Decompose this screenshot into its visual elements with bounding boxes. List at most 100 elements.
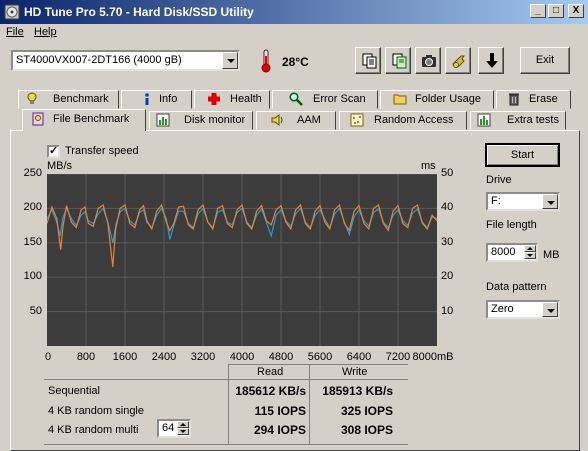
file-length-value: 8000 bbox=[491, 246, 516, 258]
close-button[interactable]: X bbox=[568, 4, 584, 18]
title-bar: HD Tune Pro 5.70 - Hard Disk/SSD Utility… bbox=[0, 0, 588, 24]
tab-extra-tests[interactable]: Extra tests bbox=[470, 111, 566, 130]
row-4k-single-read: 115 IOPS bbox=[254, 404, 306, 418]
tab-random-access-label: Random Access bbox=[374, 114, 454, 126]
tab-aam[interactable]: AAM bbox=[256, 111, 336, 130]
tab-error-scan-label: Error Scan bbox=[313, 93, 366, 105]
spin-up-icon[interactable] bbox=[524, 245, 536, 252]
minimize-button[interactable]: _ bbox=[530, 4, 546, 18]
data-pattern-label: Data pattern bbox=[486, 281, 547, 293]
y-left-tick-label: 250 bbox=[23, 167, 42, 179]
maximize-button[interactable]: □ bbox=[548, 4, 564, 18]
thermometer-icon bbox=[261, 49, 271, 73]
start-button[interactable]: Start bbox=[485, 143, 560, 167]
tab-info[interactable]: Info bbox=[121, 90, 192, 109]
results-header-top-line bbox=[228, 364, 408, 365]
transfer-chart bbox=[46, 173, 438, 346]
row-4k-single-label: 4 KB random single bbox=[48, 405, 144, 417]
drive-selector-value: ST4000VX007-2DT166 (4000 gB) bbox=[16, 54, 182, 66]
menu-file[interactable]: File bbox=[6, 26, 24, 38]
tab-health[interactable]: Health bbox=[194, 90, 270, 109]
tab-disk-monitor[interactable]: Disk monitor bbox=[149, 111, 253, 130]
tab-error-scan[interactable]: Error Scan bbox=[272, 90, 378, 109]
y-left-tick-label: 50 bbox=[29, 304, 42, 317]
results-bottom-line bbox=[44, 444, 408, 445]
spin-down-icon[interactable] bbox=[177, 428, 189, 435]
tab-folder-usage-label: Folder Usage bbox=[415, 93, 482, 105]
drive-dropdown-arrow[interactable] bbox=[222, 52, 238, 69]
x-tick-label: 1600 bbox=[112, 351, 138, 363]
window-title: HD Tune Pro 5.70 - Hard Disk/SSD Utility bbox=[24, 5, 254, 19]
menu-bar: File Help bbox=[0, 24, 588, 42]
file-benchmark-icon bbox=[32, 112, 44, 126]
tab-erase-label: Erase bbox=[529, 93, 558, 105]
tab-file-benchmark-label: File Benchmark bbox=[53, 113, 130, 125]
data-pattern-combo[interactable]: Zero bbox=[486, 300, 560, 319]
col-write-header: Write bbox=[342, 366, 368, 378]
x-tick-label: 800 bbox=[76, 351, 96, 363]
tab-random-access[interactable]: Random Access bbox=[339, 111, 467, 130]
row-4k-multi-label: 4 KB random multi bbox=[48, 424, 139, 436]
y-right-tick-label: 40 bbox=[441, 201, 454, 214]
exit-button-label: Exit bbox=[535, 54, 555, 66]
camera-icon bbox=[422, 55, 436, 67]
tab-folder-usage[interactable]: Folder Usage bbox=[380, 90, 494, 109]
x-tick-label: 4800 bbox=[268, 351, 294, 363]
copy-text-button[interactable] bbox=[355, 47, 381, 74]
tab-erase[interactable]: Erase bbox=[496, 90, 571, 109]
menu-help[interactable]: Help bbox=[34, 26, 57, 38]
bar-chart-icon bbox=[477, 113, 491, 127]
x-tick-label: 5600 bbox=[307, 351, 333, 363]
file-length-label: File length bbox=[486, 219, 537, 231]
transfer-chart-svg bbox=[46, 173, 438, 346]
tab-benchmark[interactable]: Benchmark bbox=[18, 90, 119, 109]
info-icon bbox=[145, 93, 149, 105]
tab-info-label: Info bbox=[159, 93, 178, 105]
drive-selector[interactable]: ST4000VX007-2DT166 (4000 gB) bbox=[11, 50, 240, 71]
queue-depth-value: 64 bbox=[162, 422, 175, 434]
drive-combo-arrow[interactable] bbox=[542, 194, 558, 209]
options-button[interactable] bbox=[445, 47, 471, 74]
x-tick-label: 0 bbox=[45, 351, 52, 363]
tab-file-benchmark[interactable]: File Benchmark bbox=[22, 109, 146, 131]
x-tick-label: 6400 bbox=[346, 351, 372, 363]
tab-disk-monitor-label: Disk monitor bbox=[184, 114, 246, 126]
health-cross-icon bbox=[208, 93, 220, 105]
tab-benchmark-label: Benchmark bbox=[53, 93, 109, 105]
row-sequential-read: 185612 KB/s bbox=[235, 384, 306, 398]
queue-depth-spinner[interactable]: 64 bbox=[157, 419, 191, 438]
copy-all-button[interactable] bbox=[385, 47, 411, 74]
y-left-unit: MB/s bbox=[47, 160, 73, 172]
x-tick-label: 4000 bbox=[229, 351, 255, 363]
speaker-icon bbox=[271, 114, 283, 126]
y-right-tick-label: 20 bbox=[441, 270, 454, 283]
file-length-spinner[interactable]: 8000 bbox=[486, 243, 538, 262]
row-4k-multi-write: 308 IOPS bbox=[340, 423, 393, 437]
drive-combo-value: F: bbox=[491, 195, 501, 207]
screenshot-button[interactable] bbox=[415, 47, 441, 74]
folder-icon bbox=[393, 94, 407, 105]
x-tick-label: 3200 bbox=[190, 351, 216, 363]
bar-chart-icon bbox=[156, 113, 170, 127]
row-sequential-label: Sequential bbox=[48, 385, 100, 397]
drive-combo[interactable]: F: bbox=[486, 192, 560, 211]
arrow-down-icon bbox=[486, 53, 498, 68]
y-left-tick-label: 200 bbox=[23, 201, 42, 214]
exit-button[interactable]: Exit bbox=[520, 47, 570, 74]
tab-aam-label: AAM bbox=[297, 114, 321, 126]
row-4k-multi-read: 294 IOPS bbox=[253, 423, 306, 437]
trash-icon bbox=[509, 93, 519, 106]
magnifier-icon bbox=[289, 92, 303, 106]
file-length-spin-buttons[interactable] bbox=[524, 245, 536, 260]
tab-extra-tests-label: Extra tests bbox=[507, 114, 559, 126]
save-button[interactable] bbox=[478, 47, 504, 74]
spin-up-icon[interactable] bbox=[177, 421, 189, 428]
drive-label: Drive bbox=[486, 174, 512, 186]
transfer-speed-checkbox[interactable] bbox=[47, 144, 60, 158]
data-pattern-arrow[interactable] bbox=[542, 302, 558, 317]
scatter-grid-icon bbox=[350, 113, 364, 127]
y-right-tick-label: 30 bbox=[441, 235, 454, 248]
spin-down-icon[interactable] bbox=[524, 252, 536, 259]
results-header-line bbox=[44, 379, 408, 380]
queue-depth-spin-buttons[interactable] bbox=[177, 421, 189, 436]
